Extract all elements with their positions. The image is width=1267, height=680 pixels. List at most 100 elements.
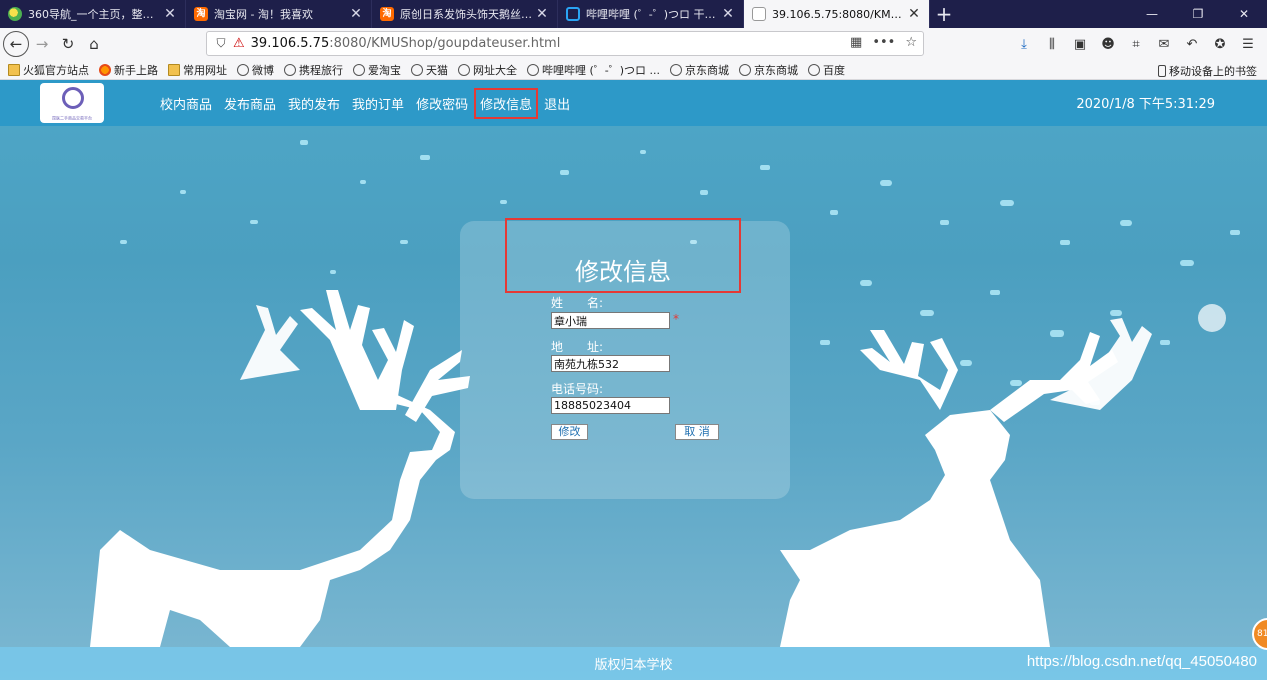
globe-icon (458, 63, 470, 76)
browser-tab-strip: 360导航_一个主页，整个世界 ✕ 淘 淘宝网 - 淘！我喜欢 ✕ 淘 原创日系… (0, 0, 1267, 28)
close-icon[interactable]: ✕ (163, 6, 177, 22)
close-icon[interactable]: ✕ (349, 6, 363, 22)
screenshot-icon[interactable]: ⌗ (1123, 31, 1149, 57)
submit-button[interactable]: 修改 (551, 424, 588, 440)
tab-taobao-product[interactable]: 淘 原创日系发饰头饰天鹅丝绒复古 ✕ (372, 0, 558, 28)
form-title: 修改信息 (575, 258, 671, 286)
shield-icon[interactable]: ⛉ (213, 36, 229, 51)
bookmark-item[interactable]: 京东商城 (739, 62, 798, 78)
firefox-icon (99, 63, 111, 76)
bookmark-label: 百度 (823, 63, 846, 77)
bookmark-label: 火狐官方站点 (23, 63, 89, 77)
url-host: 39.106.5.75 (250, 36, 330, 51)
close-icon[interactable]: ✕ (721, 6, 735, 22)
bookmark-label: 网址大全 (473, 63, 517, 77)
bookmark-label: 京东商城 (754, 63, 799, 77)
back-icon[interactable]: ← (3, 31, 29, 57)
mobile-bookmarks-label: 移动设备上的书签 (1169, 65, 1257, 78)
globe-icon (739, 63, 752, 76)
footer-text: 版权归本学校 (594, 658, 673, 673)
tab-title: 原创日系发饰头饰天鹅丝绒复古 (400, 8, 535, 21)
phone-input[interactable] (551, 397, 670, 414)
bookmark-item[interactable]: 天猫 (411, 62, 448, 78)
tab-title: 360导航_一个主页，整个世界 (28, 8, 163, 21)
cancel-button[interactable]: 取 消 (675, 424, 719, 440)
bookmark-label: 京东商城 (685, 63, 730, 77)
bookmark-label: 天猫 (426, 63, 448, 77)
nav-item-change-password[interactable]: 修改密码 (416, 94, 468, 113)
close-window-icon[interactable]: ✕ (1221, 0, 1267, 28)
bookmarks-bar: 火狐官方站点 新手上路 常用网址 微博 携程旅行 爱淘宝 天猫 网址大全 哔哩哔… (0, 60, 1267, 80)
tab-360[interactable]: 360导航_一个主页，整个世界 ✕ (0, 0, 186, 28)
nav-item-my-orders[interactable]: 我的订单 (352, 94, 404, 113)
bookmark-label: 新手上路 (114, 63, 158, 77)
nav-item-publish-product[interactable]: 发布商品 (224, 94, 276, 113)
bookmark-item[interactable]: 百度 (808, 62, 845, 78)
library-icon[interactable]: ⫼ (1039, 31, 1065, 57)
site-header: 昆医二手商品交易平台 校内商品 发布商品 我的发布 我的订单 修改密码 修改信息… (0, 80, 1267, 126)
more-icon[interactable]: ••• (872, 35, 895, 50)
name-label: 姓 名: (551, 296, 604, 310)
nav-item-campus-products[interactable]: 校内商品 (160, 94, 212, 113)
site-logo[interactable]: 昆医二手商品交易平台 (40, 83, 104, 123)
globe-icon (411, 63, 423, 76)
insecure-lock-icon[interactable]: ⚠ (233, 36, 245, 51)
bookmark-label: 携程旅行 (299, 63, 343, 77)
undo-icon[interactable]: ↶ (1179, 31, 1205, 57)
mobile-bookmarks[interactable]: 移动设备上的书签 (1158, 63, 1257, 79)
bookmark-star-icon[interactable]: ☆ (905, 35, 917, 50)
close-icon[interactable]: ✕ (535, 6, 549, 22)
window-controls: — ❐ ✕ (1129, 0, 1267, 28)
bookmark-item[interactable]: 携程旅行 (284, 62, 343, 78)
globe-icon (670, 63, 683, 76)
mobile-icon (1158, 65, 1166, 77)
extension-icon[interactable]: ✪ (1207, 31, 1233, 57)
chat-icon[interactable]: ✉ (1151, 31, 1177, 57)
close-icon[interactable]: ✕ (907, 6, 921, 22)
360-icon (8, 7, 22, 21)
folder-icon (168, 63, 180, 76)
logo-text: 昆医二手商品交易平台 (51, 116, 92, 122)
bookmark-item[interactable]: 哔哩哔哩 (゜-゜)つロ ... (527, 62, 660, 78)
globe-icon (237, 63, 249, 76)
forward-icon[interactable]: → (29, 31, 55, 57)
address-input[interactable] (551, 355, 670, 372)
home-icon[interactable]: ⌂ (81, 31, 107, 57)
tab-title: 39.106.5.75:8080/KMUShop/ (772, 7, 907, 21)
taobao-icon: 淘 (194, 7, 208, 21)
download-icon[interactable]: ⤓ (1011, 31, 1037, 57)
bilibili-icon (566, 7, 580, 21)
minimize-icon[interactable]: — (1129, 0, 1175, 28)
bookmark-item[interactable]: 火狐官方站点 (8, 62, 89, 78)
new-tab-button[interactable]: + (930, 0, 958, 28)
sidebar-icon[interactable]: ▣ (1067, 31, 1093, 57)
taobao-icon: 淘 (380, 7, 394, 21)
bookmark-item[interactable]: 新手上路 (99, 62, 158, 78)
tab-kmushop[interactable]: 39.106.5.75:8080/KMUShop/ ✕ (744, 0, 930, 28)
tab-taobao[interactable]: 淘 淘宝网 - 淘！我喜欢 ✕ (186, 0, 372, 28)
folder-icon (8, 63, 20, 76)
menu-icon[interactable]: ☰ (1235, 31, 1261, 57)
site-nav: 校内商品 发布商品 我的发布 我的订单 修改密码 修改信息 退出 (160, 80, 582, 126)
bookmark-item[interactable]: 爱淘宝 (353, 62, 401, 78)
globe-icon (353, 63, 365, 76)
bookmark-item[interactable]: 网址大全 (458, 62, 517, 78)
tab-title: 哔哩哔哩 (゜-゜)つロ 干杯~-bi (586, 8, 721, 21)
nav-item-edit-info[interactable]: 修改信息 (474, 87, 539, 119)
nav-item-logout[interactable]: 退出 (544, 94, 570, 113)
bookmark-item[interactable]: 微博 (237, 62, 274, 78)
tab-bilibili[interactable]: 哔哩哔哩 (゜-゜)つロ 干杯~-bi ✕ (558, 0, 744, 28)
url-bar[interactable]: ⛉ ⚠ 39.106.5.75 :8080/KMUShop/goupdateus… (206, 31, 924, 56)
bookmark-item[interactable]: 京东商城 (670, 62, 729, 78)
reload-icon[interactable]: ↻ (55, 31, 81, 57)
qr-code-icon[interactable]: ▦ (850, 35, 862, 50)
browser-toolbar: ← → ↻ ⌂ ⛉ ⚠ 39.106.5.75 :8080/KMUShop/go… (0, 28, 1267, 60)
logo-ring-icon (62, 87, 84, 109)
globe-icon (527, 63, 539, 76)
nav-item-my-publications[interactable]: 我的发布 (288, 94, 340, 113)
bookmark-item[interactable]: 常用网址 (168, 62, 227, 78)
restore-icon[interactable]: ❐ (1175, 0, 1221, 28)
web-page: 昆医二手商品交易平台 校内商品 发布商品 我的发布 我的订单 修改密码 修改信息… (0, 80, 1267, 680)
account-icon[interactable]: ☻ (1095, 31, 1121, 57)
name-input[interactable] (551, 312, 670, 329)
